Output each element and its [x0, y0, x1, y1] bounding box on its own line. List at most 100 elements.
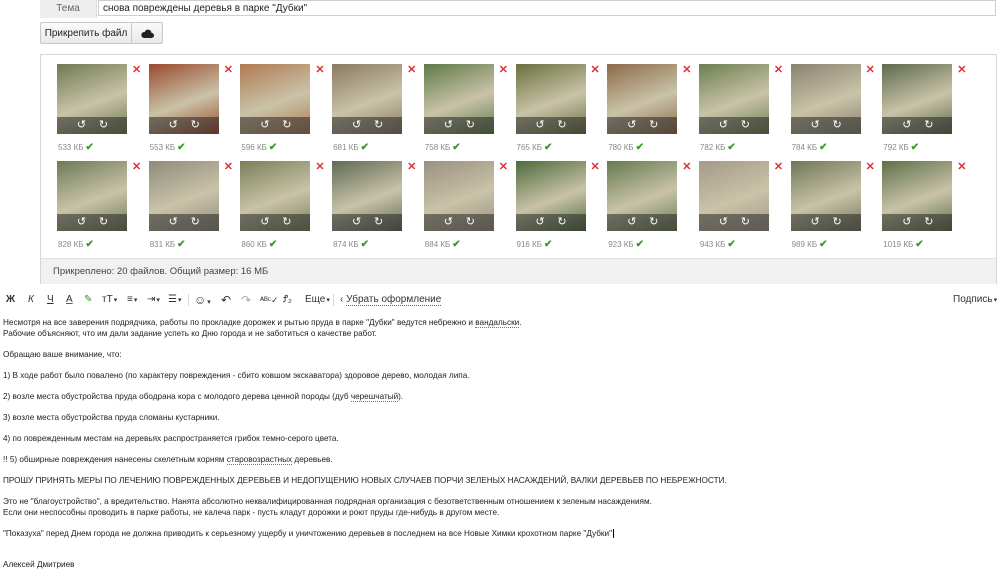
rotate-left-icon[interactable]: ↺ — [900, 119, 913, 132]
attachment-thumbnail[interactable]: ↺ ↻ — [57, 64, 127, 134]
attachment-thumbnail[interactable]: ↺ ↻ — [332, 64, 403, 134]
emoji-button[interactable]: ☺ — [194, 291, 211, 309]
rotate-right-icon[interactable]: ↻ — [556, 216, 569, 229]
rotate-left-icon[interactable]: ↺ — [167, 216, 180, 229]
attachment-thumbnail[interactable]: ↺ ↻ — [332, 161, 403, 231]
remove-attachment-icon[interactable]: ✕ — [499, 65, 509, 76]
undo-button[interactable]: ↶ — [221, 291, 231, 309]
rotate-right-icon[interactable]: ↻ — [189, 119, 202, 132]
bold-button[interactable]: Ж — [6, 291, 15, 309]
highlight-button[interactable]: ✎ — [84, 291, 92, 309]
spellcheck-button[interactable]: ᴬᴮᶜ✓ — [260, 291, 279, 309]
rotate-left-icon[interactable]: ↺ — [75, 216, 88, 229]
remove-attachment-icon[interactable]: ✕ — [682, 65, 692, 76]
attachment-thumbnail[interactable]: ↺ ↻ — [698, 64, 769, 134]
rotate-right-icon[interactable]: ↻ — [372, 119, 385, 132]
font-size-button[interactable]: тТ — [102, 291, 117, 309]
attachment-thumbnail[interactable]: ↺ ↻ — [240, 161, 311, 231]
remove-attachment-icon[interactable]: ✕ — [132, 162, 142, 173]
remove-attachment-icon[interactable]: ✕ — [957, 65, 967, 76]
redo-button[interactable]: ↷ — [241, 291, 251, 309]
rotate-right-icon[interactable]: ↻ — [372, 216, 385, 229]
attachment-thumbnail[interactable]: ↺ ↻ — [515, 161, 586, 231]
underline-button[interactable]: Ч — [47, 291, 54, 309]
remove-attachment-icon[interactable]: ✕ — [866, 162, 876, 173]
attachment-thumbnail[interactable]: ↺ ↻ — [790, 161, 861, 231]
rotate-right-icon[interactable]: ↻ — [97, 119, 110, 132]
attachment-thumbnail[interactable]: ↺ ↻ — [423, 64, 494, 134]
rotate-right-icon[interactable]: ↻ — [922, 216, 935, 229]
rotate-right-icon[interactable]: ↻ — [922, 119, 935, 132]
attachment-thumbnail[interactable]: ↺ ↻ — [515, 64, 586, 134]
attachment-thumbnail[interactable]: ↺ ↻ — [148, 161, 219, 231]
rotate-left-icon[interactable]: ↺ — [258, 216, 271, 229]
remove-attachment-icon[interactable]: ✕ — [774, 65, 784, 76]
rotate-left-icon[interactable]: ↺ — [350, 216, 363, 229]
attachment-thumbnail[interactable]: ↺ ↻ — [882, 161, 953, 231]
attachment-thumbnail[interactable]: ↺ ↻ — [790, 64, 861, 134]
attachment-thumbnail[interactable]: ↺ ↻ — [607, 161, 678, 231]
remove-attachment-icon[interactable]: ✕ — [407, 65, 417, 76]
rotate-left-icon[interactable]: ↺ — [167, 119, 180, 132]
rotate-right-icon[interactable]: ↻ — [647, 216, 660, 229]
rotate-right-icon[interactable]: ↻ — [739, 216, 752, 229]
attachment-thumbnail[interactable]: ↺ ↻ — [57, 161, 127, 231]
text-color-button[interactable]: A — [66, 291, 73, 309]
rotate-left-icon[interactable]: ↺ — [900, 216, 913, 229]
list-button[interactable]: ☰ — [168, 291, 181, 309]
translit-button[interactable]: Ꝭ₂ — [283, 291, 292, 309]
rotate-left-icon[interactable]: ↺ — [625, 119, 638, 132]
remove-attachment-icon[interactable]: ✕ — [132, 65, 142, 76]
rotate-right-icon[interactable]: ↻ — [280, 216, 293, 229]
attachment-thumbnail[interactable]: ↺ ↻ — [240, 64, 311, 134]
rotate-left-icon[interactable]: ↺ — [717, 119, 730, 132]
remove-attachment-icon[interactable]: ✕ — [224, 162, 234, 173]
remove-attachment-icon[interactable]: ✕ — [315, 162, 325, 173]
remove-attachment-icon[interactable]: ✕ — [407, 162, 417, 173]
attachment-thumbnail[interactable]: ↺ ↻ — [882, 64, 953, 134]
remove-attachment-icon[interactable]: ✕ — [866, 65, 876, 76]
attach-file-button[interactable]: Прикрепить файл — [40, 22, 132, 44]
rotate-right-icon[interactable]: ↻ — [189, 216, 202, 229]
remove-attachment-icon[interactable]: ✕ — [682, 162, 692, 173]
rotate-left-icon[interactable]: ↺ — [442, 216, 455, 229]
rotate-right-icon[interactable]: ↻ — [464, 216, 477, 229]
rotate-right-icon[interactable]: ↻ — [280, 119, 293, 132]
rotate-left-icon[interactable]: ↺ — [717, 216, 730, 229]
more-button[interactable]: Еще — [305, 291, 330, 309]
align-button[interactable]: ≡ — [127, 291, 137, 309]
rotate-right-icon[interactable]: ↻ — [831, 216, 844, 229]
attachment-thumbnail[interactable]: ↺ ↻ — [698, 161, 769, 231]
rotate-right-icon[interactable]: ↻ — [464, 119, 477, 132]
remove-format-button[interactable]: ‹ Убрать оформление — [340, 291, 442, 309]
rotate-left-icon[interactable]: ↺ — [809, 119, 822, 132]
remove-attachment-icon[interactable]: ✕ — [224, 65, 234, 76]
remove-attachment-icon[interactable]: ✕ — [774, 162, 784, 173]
rotate-left-icon[interactable]: ↺ — [534, 216, 547, 229]
rotate-left-icon[interactable]: ↺ — [625, 216, 638, 229]
rotate-right-icon[interactable]: ↻ — [647, 119, 660, 132]
attachment-thumbnail[interactable]: ↺ ↻ — [148, 64, 219, 134]
rotate-left-icon[interactable]: ↺ — [258, 119, 271, 132]
subject-input[interactable]: снова повреждены деревья в парке "Дубки" — [98, 0, 996, 16]
rotate-left-icon[interactable]: ↺ — [534, 119, 547, 132]
remove-attachment-icon[interactable]: ✕ — [591, 162, 601, 173]
rotate-right-icon[interactable]: ↻ — [97, 216, 110, 229]
remove-attachment-icon[interactable]: ✕ — [315, 65, 325, 76]
rotate-right-icon[interactable]: ↻ — [831, 119, 844, 132]
attachment-thumbnail[interactable]: ↺ ↻ — [607, 64, 678, 134]
indent-button[interactable]: ⇥ — [147, 291, 160, 309]
attachment-thumbnail[interactable]: ↺ ↻ — [423, 161, 494, 231]
rotate-left-icon[interactable]: ↺ — [350, 119, 363, 132]
remove-attachment-icon[interactable]: ✕ — [957, 162, 967, 173]
rotate-right-icon[interactable]: ↻ — [556, 119, 569, 132]
signature-button[interactable]: Подпись — [953, 291, 997, 309]
rotate-left-icon[interactable]: ↺ — [809, 216, 822, 229]
rotate-left-icon[interactable]: ↺ — [442, 119, 455, 132]
rotate-left-icon[interactable]: ↺ — [75, 119, 88, 132]
cloud-attach-button[interactable] — [131, 22, 163, 44]
italic-button[interactable]: К — [28, 291, 34, 309]
remove-attachment-icon[interactable]: ✕ — [499, 162, 509, 173]
rotate-right-icon[interactable]: ↻ — [739, 119, 752, 132]
remove-attachment-icon[interactable]: ✕ — [591, 65, 601, 76]
